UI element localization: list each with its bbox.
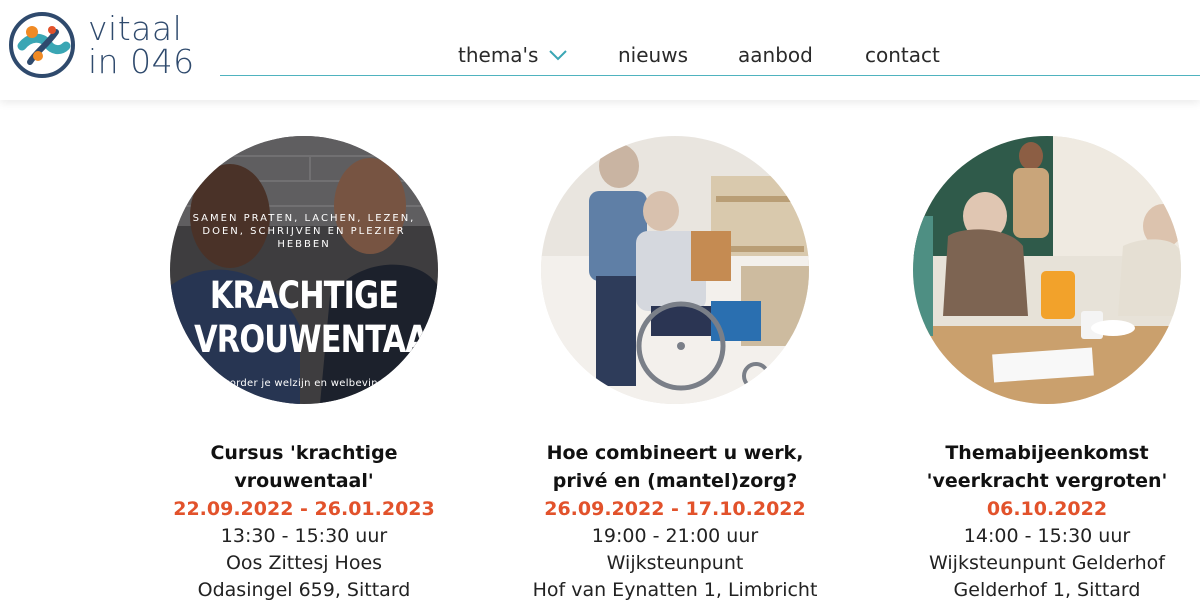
event-title-line-1: Cursus 'krachtige — [210, 442, 398, 464]
event-time: 14:00 - 15:30 uur — [963, 525, 1131, 547]
event-address: Gelderhof 1, Sittard — [953, 579, 1141, 601]
event-cards: SAMEN PRATEN, LACHEN, LEZEN, DOEN, SCHRI… — [0, 100, 1200, 609]
nav-item-themas-label: thema's — [458, 43, 539, 67]
event-date: 22.09.2022 - 26.01.2023 — [173, 498, 435, 520]
event-image[interactable] — [913, 136, 1181, 404]
site-header: vitaal in 046 thema's nieuws aanbod cont… — [0, 0, 1200, 100]
event-image-photo — [170, 136, 438, 404]
overlay-headline-line-2: VROUWENTAAL — [194, 318, 438, 361]
logo-line-1: vitaal — [88, 9, 183, 48]
event-card-krachtige-vrouwentaal[interactable]: SAMEN PRATEN, LACHEN, LEZEN, DOEN, SCHRI… — [124, 136, 484, 604]
event-title-line-1: Hoe combineert u werk, — [546, 442, 804, 464]
main-nav: thema's nieuws aanbod contact — [220, 38, 1200, 76]
event-image[interactable]: SAMEN PRATEN, LACHEN, LEZEN, DOEN, SCHRI… — [170, 136, 438, 404]
nav-item-contact[interactable]: contact — [865, 43, 940, 67]
event-time: 13:30 - 15:30 uur — [220, 525, 388, 547]
event-address: Hof van Eynatten 1, Limbricht — [532, 579, 818, 601]
event-location: Wijksteunpunt Gelderhof — [929, 552, 1165, 574]
overlay-headline: KRACHTIGE VROUWENTAAL — [194, 274, 438, 362]
nav-item-themas[interactable]: thema's — [458, 43, 568, 67]
overlay-footnote: bevorder je welzijn en welbevinden — [210, 378, 398, 389]
event-date: 06.10.2022 — [986, 498, 1108, 520]
logo-mark-icon — [9, 12, 75, 78]
nav-item-aanbod[interactable]: aanbod — [738, 43, 813, 67]
event-card-werk-prive-zorg[interactable]: Hoe combineert u werk, privé en (mantel)… — [495, 136, 855, 604]
event-title[interactable]: Hoe combineert u werk, privé en (mantel)… — [495, 439, 855, 495]
logo-wordmark: vitaal in 046 — [88, 10, 195, 78]
event-title-line-2: 'veerkracht vergroten' — [926, 470, 1168, 492]
event-title[interactable]: Cursus 'krachtige vrouwentaal' — [124, 439, 484, 495]
event-title-line-2: privé en (mantel)zorg? — [552, 470, 798, 492]
event-time: 19:00 - 21:00 uur — [591, 525, 759, 547]
overlay-tagline: SAMEN PRATEN, LACHEN, LEZEN, DOEN, SCHRI… — [192, 213, 416, 250]
event-card-veerkracht-vergroten[interactable]: Themabijeenkomst 'veerkracht vergroten' … — [867, 136, 1200, 604]
event-title-line-2: vrouwentaal' — [234, 470, 374, 492]
event-image[interactable] — [541, 136, 809, 404]
event-location: Oos Zittesj Hoes — [225, 552, 383, 574]
event-title[interactable]: Themabijeenkomst 'veerkracht vergroten' — [867, 439, 1200, 495]
event-date: 26.09.2022 - 17.10.2022 — [544, 498, 806, 520]
event-image-photo — [913, 136, 1181, 404]
event-location: Wijksteunpunt — [606, 552, 744, 574]
event-image-photo — [541, 136, 809, 404]
nav-item-nieuws[interactable]: nieuws — [618, 43, 688, 67]
event-address: Odasingel 659, Sittard — [197, 579, 411, 601]
overlay-headline-line-1: KRACHTIGE — [209, 274, 399, 317]
logo-line-2: in 046 — [88, 42, 195, 81]
chevron-down-icon[interactable] — [548, 49, 568, 61]
site-logo[interactable]: vitaal in 046 — [8, 10, 208, 82]
event-title-line-1: Themabijeenkomst — [945, 442, 1149, 464]
